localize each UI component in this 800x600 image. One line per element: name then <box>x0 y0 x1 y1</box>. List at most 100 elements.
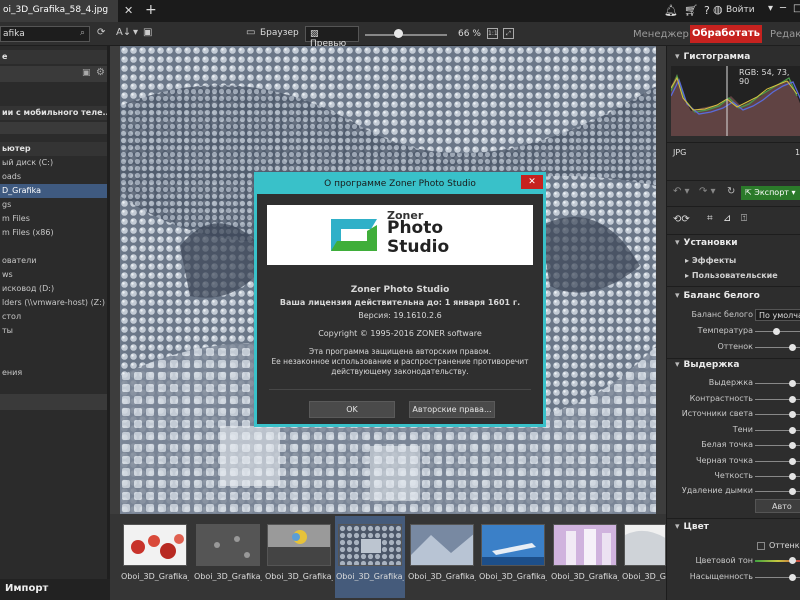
gear-icon[interactable]: ⚙ <box>96 67 105 78</box>
tree-item-desktop[interactable]: стол <box>0 310 107 324</box>
cart-icon[interactable]: 🛒︎ <box>684 4 698 17</box>
exposure-slider-handle[interactable] <box>789 380 796 387</box>
redo-icon[interactable]: ↷ ▾ <box>699 186 716 197</box>
custom-group[interactable]: ▸ Пользовательские <box>685 271 778 280</box>
histogram-header[interactable]: ▾ Гистограмма <box>667 50 800 65</box>
crop-icon[interactable]: ⌗ <box>707 213 713 224</box>
thumbnail-image-selected[interactable] <box>338 524 402 566</box>
new-tab-icon[interactable]: + <box>145 2 157 18</box>
user-icon[interactable]: ◍ <box>713 3 723 16</box>
undo-icon[interactable]: ↶ ▾ <box>673 186 690 197</box>
tree-item-images[interactable]: ения <box>0 366 107 380</box>
process-tab[interactable]: Обработать <box>690 25 762 43</box>
collapse-icon: ▾ <box>675 52 680 62</box>
tree-item-program-files[interactable]: m Files <box>0 212 107 226</box>
tree-item-documents[interactable]: ты <box>0 324 107 338</box>
reset-icon[interactable]: ↻ <box>727 186 735 197</box>
add-folder-icon[interactable]: ▣ <box>82 68 91 78</box>
thumbnail-image[interactable] <box>481 524 545 566</box>
tree-item-drive-d[interactable]: исковод (D:) <box>0 282 107 296</box>
preview-mode-button[interactable]: ▨ Превью <box>305 26 359 49</box>
document-tab[interactable]: oi_3D_Grafika_58_4.jpg <box>0 0 118 22</box>
zoom-slider[interactable] <box>365 34 447 36</box>
shadows-label: Тени <box>732 425 753 434</box>
thumbnail-label[interactable]: Oboi_3D_Grafika_ <box>408 572 476 581</box>
export-button[interactable]: ⇱ Экспорт ▾ <box>741 186 800 200</box>
shadows-slider-handle[interactable] <box>789 427 796 434</box>
tree-item-downloads[interactable]: oads <box>0 170 107 184</box>
tree-item-local-disk-c[interactable]: ый диск (C:) <box>0 156 107 170</box>
thumbnail-image[interactable] <box>267 524 331 566</box>
upload-icon[interactable]: ⍐ <box>741 213 747 224</box>
rotate-icon[interactable]: ⟲⟳ <box>673 214 690 225</box>
browser-mode-button[interactable]: Браузер <box>256 26 303 42</box>
manager-tab[interactable]: Менеджер <box>633 29 689 40</box>
dehaze-slider-handle[interactable] <box>789 488 796 495</box>
thumbnail-label[interactable]: Oboi_3D_Grafika_ <box>551 572 619 581</box>
search-input[interactable]: afika <box>0 26 90 42</box>
actual-size-button[interactable]: 1:1 <box>487 28 498 39</box>
white-balance-title: Баланс белого <box>683 291 760 301</box>
black-point-slider-handle[interactable] <box>789 458 796 465</box>
white-balance-select[interactable]: По умолча <box>755 309 800 321</box>
thumbnail-label[interactable]: Oboi_3D_Grafika_ <box>622 572 666 581</box>
thumbnail-label-selected[interactable]: Oboi_3D_Grafika_ <box>336 572 404 581</box>
tree-item-3d-grafika[interactable]: D_Grafika <box>0 184 107 198</box>
tree-item-settings[interactable]: gs <box>0 198 107 212</box>
import-button[interactable]: Импорт <box>0 579 110 600</box>
thumbnail-image[interactable] <box>123 524 187 566</box>
new-folder-icon[interactable]: ▣ <box>143 27 152 38</box>
auto-button[interactable]: Авто <box>755 499 800 513</box>
fit-to-window-icon[interactable]: ⤢ <box>503 28 514 39</box>
sort-dropdown-icon[interactable]: ▾ <box>133 27 138 38</box>
help-icon[interactable]: ? <box>704 4 710 17</box>
thumbnail-label[interactable]: Oboi_3D_Grafika_ <box>265 572 333 581</box>
clarity-slider-handle[interactable] <box>789 473 796 480</box>
tree-item-windows[interactable]: ws <box>0 268 107 282</box>
search-icon[interactable]: ⌕ <box>80 28 85 38</box>
minimize-icon[interactable]: ─ <box>780 3 786 14</box>
effects-group[interactable]: ▸ Эффекты <box>685 256 736 265</box>
tint-slider-handle[interactable] <box>789 344 796 351</box>
tree-item-shared-folders-z[interactable]: lders (\\vmware-host) (Z:) <box>0 296 107 310</box>
copyright-button[interactable]: Авторские права... <box>409 401 495 418</box>
saturation-slider-handle[interactable] <box>789 574 796 581</box>
straighten-icon[interactable]: ⊿ <box>723 213 731 224</box>
highlights-slider-handle[interactable] <box>789 411 796 418</box>
white-balance-header[interactable]: ▾ Баланс белого <box>667 289 800 304</box>
section-spacer <box>0 122 107 134</box>
thumbnail-image[interactable] <box>196 524 260 566</box>
thumbnail-image[interactable] <box>624 524 666 566</box>
presets-header[interactable]: ▾ Установки <box>667 236 800 251</box>
hue-slider-handle[interactable] <box>789 557 796 564</box>
close-dialog-button[interactable]: ✕ <box>521 175 543 189</box>
login-button[interactable]: Войти <box>726 5 755 15</box>
zoom-slider-handle[interactable] <box>393 29 403 38</box>
tree-item-users[interactable]: ователи <box>0 254 107 268</box>
thumbnail-image[interactable] <box>553 524 617 566</box>
contrast-slider-handle[interactable] <box>789 396 796 403</box>
thumbnail-label[interactable]: Oboi_3D_Grafika_ <box>479 572 547 581</box>
white-point-slider-handle[interactable] <box>789 442 796 449</box>
tree-item-program-files-x86[interactable]: m Files (x86) <box>0 226 107 240</box>
navigator-section-header[interactable]: е <box>0 50 107 64</box>
thumbnail-image[interactable] <box>410 524 474 566</box>
thumbnail-label[interactable]: Oboi_3D_Grafika_ <box>194 572 262 581</box>
editor-tab[interactable]: Редакти <box>770 29 800 40</box>
ok-button[interactable]: OK <box>309 401 395 418</box>
export-label: Экспорт <box>754 188 789 197</box>
computer-section-header[interactable]: ьютер <box>0 142 107 156</box>
sort-icon[interactable]: A↓ <box>116 27 131 38</box>
refresh-icon[interactable]: ⟳ <box>97 27 105 38</box>
mobile-import-item[interactable]: ии с мобильного теле... <box>0 106 107 120</box>
maximize-icon[interactable]: □ <box>793 3 800 14</box>
color-header[interactable]: ▾ Цвет <box>667 520 800 535</box>
temperature-slider-handle[interactable] <box>773 328 780 335</box>
bell-icon[interactable]: 🔔︎ <box>664 4 678 17</box>
tones-checkbox[interactable] <box>757 542 765 550</box>
thumbnail-label[interactable]: Oboi_3D_Grafika_ <box>121 572 189 581</box>
highlights-label: Источники света <box>681 409 753 418</box>
chevron-down-icon[interactable]: ▾ <box>768 3 773 14</box>
exposure-header[interactable]: ▾ Выдержка <box>667 358 800 373</box>
close-tab-icon[interactable]: ✕ <box>124 4 133 17</box>
